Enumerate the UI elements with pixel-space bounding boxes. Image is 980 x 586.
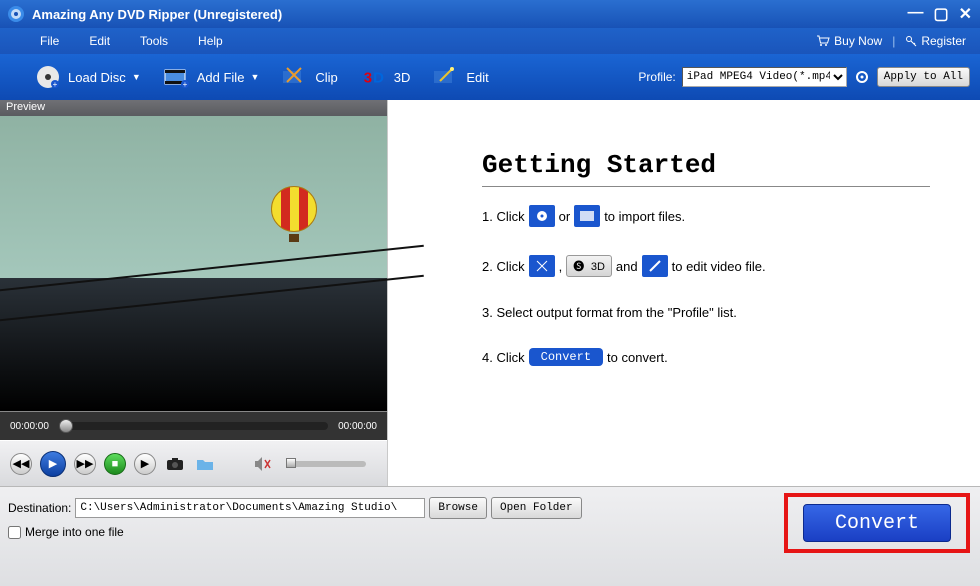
volume-slider[interactable]	[286, 461, 366, 467]
svg-text:D: D	[373, 70, 384, 87]
preview-label: Preview	[0, 100, 387, 116]
svg-text:3: 3	[363, 70, 371, 87]
bottom-bar: Destination: Browse Open Folder Merge in…	[0, 486, 980, 586]
preview-image	[0, 116, 387, 412]
preview-pane: Preview 00:00:00 00:00:00 ◀◀ ▶ ▶▶ ■ ▶	[0, 100, 388, 486]
window-title: Amazing Any DVD Ripper (Unregistered)	[32, 7, 907, 22]
volume-thumb[interactable]	[286, 458, 296, 468]
step-2: 2. Click , 🅢 3D and to edit video file.	[482, 255, 930, 277]
progress-bar[interactable]: 00:00:00 00:00:00	[0, 412, 387, 440]
profile-select[interactable]: iPad MPEG4 Video(*.mp4)	[682, 67, 847, 87]
menu-edit[interactable]: Edit	[89, 34, 110, 48]
merge-checkbox[interactable]	[8, 526, 21, 539]
menu-help[interactable]: Help	[198, 34, 223, 48]
menu-tools[interactable]: Tools	[140, 34, 168, 48]
apply-to-all-button[interactable]: Apply to All	[877, 67, 970, 87]
scissors-icon	[529, 255, 555, 277]
toolbar: + Load Disc ▼ + Add File ▼ Clip 3D 3D Ed…	[0, 54, 980, 100]
time-total: 00:00:00	[338, 421, 377, 432]
register-link[interactable]: Register	[905, 34, 966, 48]
film-icon: +	[163, 63, 191, 91]
prev-button[interactable]: ◀◀	[10, 453, 32, 475]
merge-label: Merge into one file	[25, 525, 124, 539]
film-icon	[574, 205, 600, 227]
stop-button[interactable]: ■	[104, 453, 126, 475]
buy-now-link[interactable]: Buy Now	[816, 34, 882, 48]
convert-highlight: Convert	[784, 493, 970, 553]
menu-file[interactable]: File	[40, 34, 59, 48]
cart-icon	[816, 35, 830, 47]
step-button[interactable]: ▶	[134, 453, 156, 475]
player-controls: ◀◀ ▶ ▶▶ ■ ▶	[0, 440, 387, 486]
seek-thumb[interactable]	[59, 419, 73, 433]
load-disc-button[interactable]: + Load Disc ▼	[34, 63, 141, 91]
chevron-down-icon: ▼	[132, 72, 141, 82]
folder-icon	[196, 457, 214, 471]
disc-icon: +	[34, 63, 62, 91]
seek-track[interactable]	[59, 422, 328, 430]
profile-label: Profile:	[638, 70, 675, 84]
snapshot-button[interactable]	[164, 453, 186, 475]
getting-started-heading: Getting Started	[482, 150, 930, 187]
destination-input[interactable]	[75, 498, 425, 518]
clip-button[interactable]: Clip	[281, 63, 337, 91]
wand-icon	[642, 255, 668, 277]
getting-started-panel: Getting Started 1. Click or to import fi…	[388, 100, 980, 486]
convert-button[interactable]: Convert	[803, 504, 951, 542]
destination-label: Destination:	[8, 501, 71, 515]
scissors-icon	[281, 63, 309, 91]
menu-bar: File Edit Tools Help Buy Now | Register	[0, 28, 980, 54]
browse-button[interactable]: Browse	[429, 497, 487, 519]
app-icon	[8, 6, 24, 22]
svg-text:+: +	[182, 80, 187, 89]
close-button[interactable]: ✕	[959, 4, 972, 24]
step-4: 4. Click Convert to convert.	[482, 348, 930, 366]
step-1: 1. Click or to import files.	[482, 205, 930, 227]
minimize-button[interactable]: —	[907, 4, 923, 24]
add-file-button[interactable]: + Add File ▼	[163, 63, 260, 91]
speaker-mute-icon	[254, 456, 272, 472]
3d-button[interactable]: 3D 3D	[360, 63, 411, 91]
play-button[interactable]: ▶	[40, 451, 66, 477]
mute-button[interactable]	[252, 453, 274, 475]
disc-icon	[529, 205, 555, 227]
maximize-button[interactable]: ▢	[933, 4, 948, 24]
camera-icon	[166, 457, 184, 471]
chevron-down-icon: ▼	[250, 72, 259, 82]
step-3: 3. Select output format from the "Profil…	[482, 305, 930, 320]
open-folder-button[interactable]: Open Folder	[491, 497, 582, 519]
key-icon	[905, 35, 917, 47]
edit-button[interactable]: Edit	[432, 63, 488, 91]
time-elapsed: 00:00:00	[10, 421, 49, 432]
convert-mini-button: Convert	[529, 348, 603, 366]
svg-text:+: +	[53, 80, 58, 89]
folder-button[interactable]	[194, 453, 216, 475]
settings-button[interactable]	[853, 68, 871, 86]
title-bar: Amazing Any DVD Ripper (Unregistered) — …	[0, 0, 980, 28]
wand-icon	[432, 63, 460, 91]
next-button[interactable]: ▶▶	[74, 453, 96, 475]
3d-mini-button: 🅢 3D	[566, 255, 612, 277]
separator: |	[892, 34, 895, 48]
gear-icon	[854, 69, 870, 85]
3d-icon: 3D	[360, 63, 388, 91]
